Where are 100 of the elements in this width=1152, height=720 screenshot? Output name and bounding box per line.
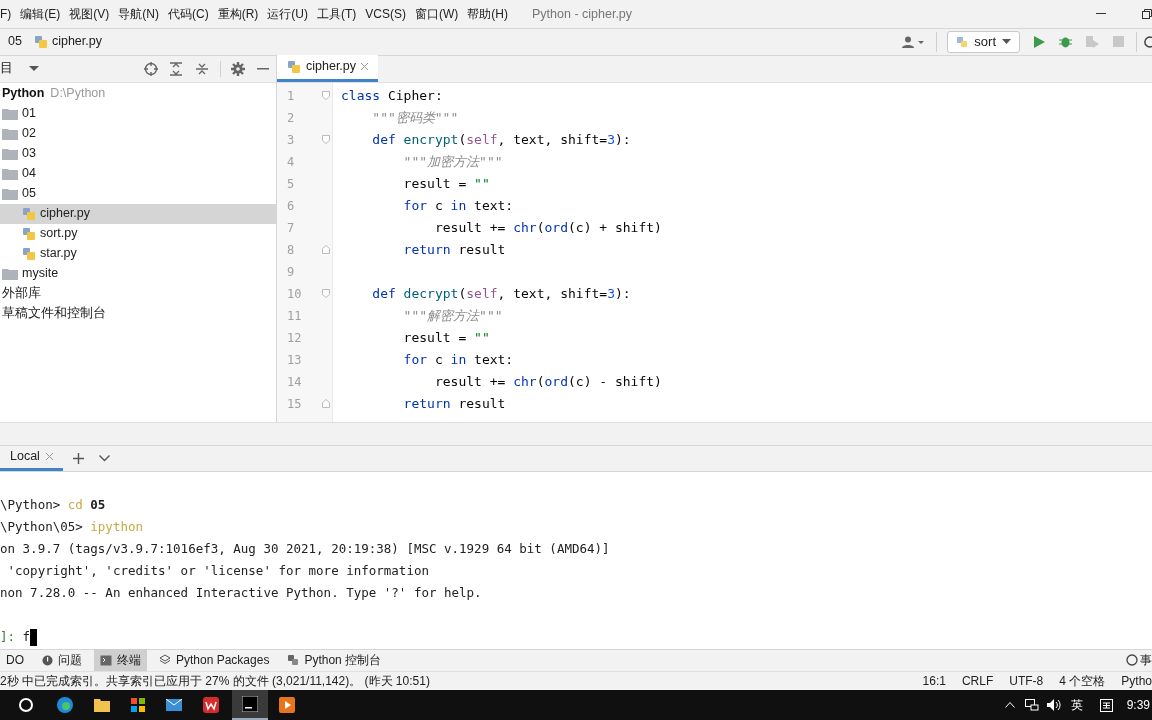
tool-window-tab[interactable]: Python 控制台 <box>281 649 388 672</box>
terminal-text: f <box>22 628 31 647</box>
breadcrumb-item[interactable]: cipher.py <box>51 32 102 52</box>
search-icon[interactable] <box>1126 654 1138 667</box>
menu-item[interactable]: 帮助(H) <box>467 4 508 23</box>
minimize-icon[interactable] <box>1096 12 1106 15</box>
code-token: text: <box>473 196 514 215</box>
line-number: 10 <box>287 285 302 303</box>
status-item[interactable]: UTF-8 <box>1009 671 1044 690</box>
code-token: , text, shift= <box>497 130 608 149</box>
tree-item[interactable]: 02 <box>0 123 276 144</box>
tool-window-tab[interactable]: Python Packages <box>153 649 276 672</box>
tree-item[interactable]: 03 <box>0 143 276 164</box>
status-item[interactable]: 16:1 <box>922 671 946 690</box>
tool-window-tab[interactable]: 问题 <box>36 649 88 672</box>
browser-icon[interactable] <box>57 697 73 713</box>
tree-item[interactable]: 外部库 <box>0 283 276 304</box>
menu-item[interactable]: 重构(R) <box>217 4 259 23</box>
run-icon[interactable] <box>1034 35 1045 48</box>
tree-item-label: 外部库 <box>2 285 41 303</box>
add-icon[interactable] <box>72 452 84 464</box>
line-number: 3 <box>287 131 295 149</box>
tree-item[interactable]: sort.py <box>0 223 276 244</box>
status-item[interactable]: Pytho <box>1121 671 1152 690</box>
tree-item[interactable]: star.py <box>0 243 276 264</box>
project-root-name[interactable]: Python <box>2 84 45 104</box>
tree-item[interactable]: mysite <box>0 263 276 284</box>
volume-icon[interactable] <box>1046 699 1063 711</box>
run-configuration-dropdown[interactable]: sort <box>947 30 1020 53</box>
menu-item[interactable]: 视图(V) <box>69 4 110 23</box>
menu-item[interactable]: 窗口(W) <box>415 4 459 23</box>
code-token: ord <box>544 372 568 391</box>
code-token: class <box>341 86 381 105</box>
user-icon[interactable] <box>902 35 927 48</box>
code-token: ( <box>458 130 467 149</box>
tree-item[interactable]: 04 <box>0 163 276 184</box>
minimize-icon[interactable] <box>257 67 269 70</box>
cortana-icon[interactable] <box>19 698 33 712</box>
bug-icon[interactable] <box>1059 35 1072 49</box>
mail-icon[interactable] <box>166 699 182 711</box>
tool-window-tab[interactable]: DO <box>0 649 30 672</box>
locate-icon[interactable] <box>144 61 158 76</box>
tool-window-tab[interactable]: 终端 <box>94 649 147 672</box>
network-icon[interactable] <box>1024 699 1039 711</box>
menu-item[interactable]: VCS(S) <box>365 4 406 23</box>
tree-item-label: 05 <box>22 185 36 203</box>
status-item[interactable]: CRLF <box>961 671 994 690</box>
code-token: chr <box>513 372 537 391</box>
input-method-indicator[interactable]: 英 <box>1070 696 1083 714</box>
info-icon <box>42 654 53 666</box>
menu-item[interactable]: 运行(U) <box>267 4 308 23</box>
folder-icon[interactable] <box>94 698 110 712</box>
terminal-text: on 3.9.7 (tags/v3.9.7:1016ef3, Aug 30 2021, 20:19:38) [MSC v.1929 64 bit (AMD64)] <box>0 540 610 559</box>
tab-label: DO <box>6 652 24 670</box>
line-number: 11 <box>287 307 302 325</box>
folder-icon <box>2 147 18 160</box>
status-item[interactable]: 4 个空格 <box>1059 671 1106 690</box>
breadcrumb-item[interactable]: 05 <box>8 32 22 52</box>
folder-icon <box>2 107 18 120</box>
code-token: """解密方法""" <box>402 306 503 325</box>
code-token: c <box>433 350 444 369</box>
tab-label: cipher.py <box>306 58 357 76</box>
tool-window-tab[interactable]: 事 <box>1140 651 1152 670</box>
tab-label: Python Packages <box>176 652 270 670</box>
menu-item[interactable]: 工具(T) <box>317 4 357 23</box>
menu-item[interactable]: 编辑(E) <box>20 4 61 23</box>
line-number: 5 <box>287 175 295 193</box>
tree-item[interactable]: 05 <box>0 183 276 204</box>
chevron-up-icon[interactable] <box>1004 702 1015 708</box>
tree-item[interactable]: 草稿文件和控制台 <box>0 303 276 324</box>
code-token: "" <box>474 328 490 347</box>
python-icon <box>956 35 969 48</box>
menu-item[interactable]: 导航(N) <box>118 4 159 23</box>
collapse-all-icon[interactable] <box>196 61 208 76</box>
tree-item[interactable]: cipher.py <box>0 203 276 224</box>
code-token: return <box>402 394 451 413</box>
code-token: text: <box>473 350 514 369</box>
code-token: result += <box>433 218 507 237</box>
store-icon[interactable] <box>131 698 145 712</box>
editor-tab[interactable]: cipher.py <box>277 54 379 82</box>
menu-item[interactable]: 代码(C) <box>168 4 209 23</box>
close-icon[interactable] <box>361 63 369 71</box>
expand-all-icon[interactable] <box>170 61 182 76</box>
chevron-down-icon[interactable] <box>98 454 110 462</box>
restore-icon[interactable] <box>1142 8 1152 19</box>
search-icon[interactable] <box>1143 35 1152 48</box>
media-player-icon[interactable] <box>279 697 295 713</box>
ime-mode-icon[interactable] <box>1099 698 1113 712</box>
settings-icon[interactable] <box>231 61 245 76</box>
taskbar-app-active[interactable] <box>232 690 268 720</box>
menu-item[interactable]: F) <box>0 4 12 23</box>
close-icon[interactable] <box>45 453 53 461</box>
caret-icon[interactable] <box>29 66 39 72</box>
code-token: self <box>466 284 498 303</box>
tree-item-label: 04 <box>22 165 36 183</box>
office-icon[interactable] <box>203 697 219 713</box>
clock-time[interactable]: 9:39 <box>1126 696 1150 714</box>
python-file-icon <box>22 206 36 221</box>
tree-item[interactable]: 01 <box>0 103 276 124</box>
code-token: Cipher: <box>386 86 443 105</box>
